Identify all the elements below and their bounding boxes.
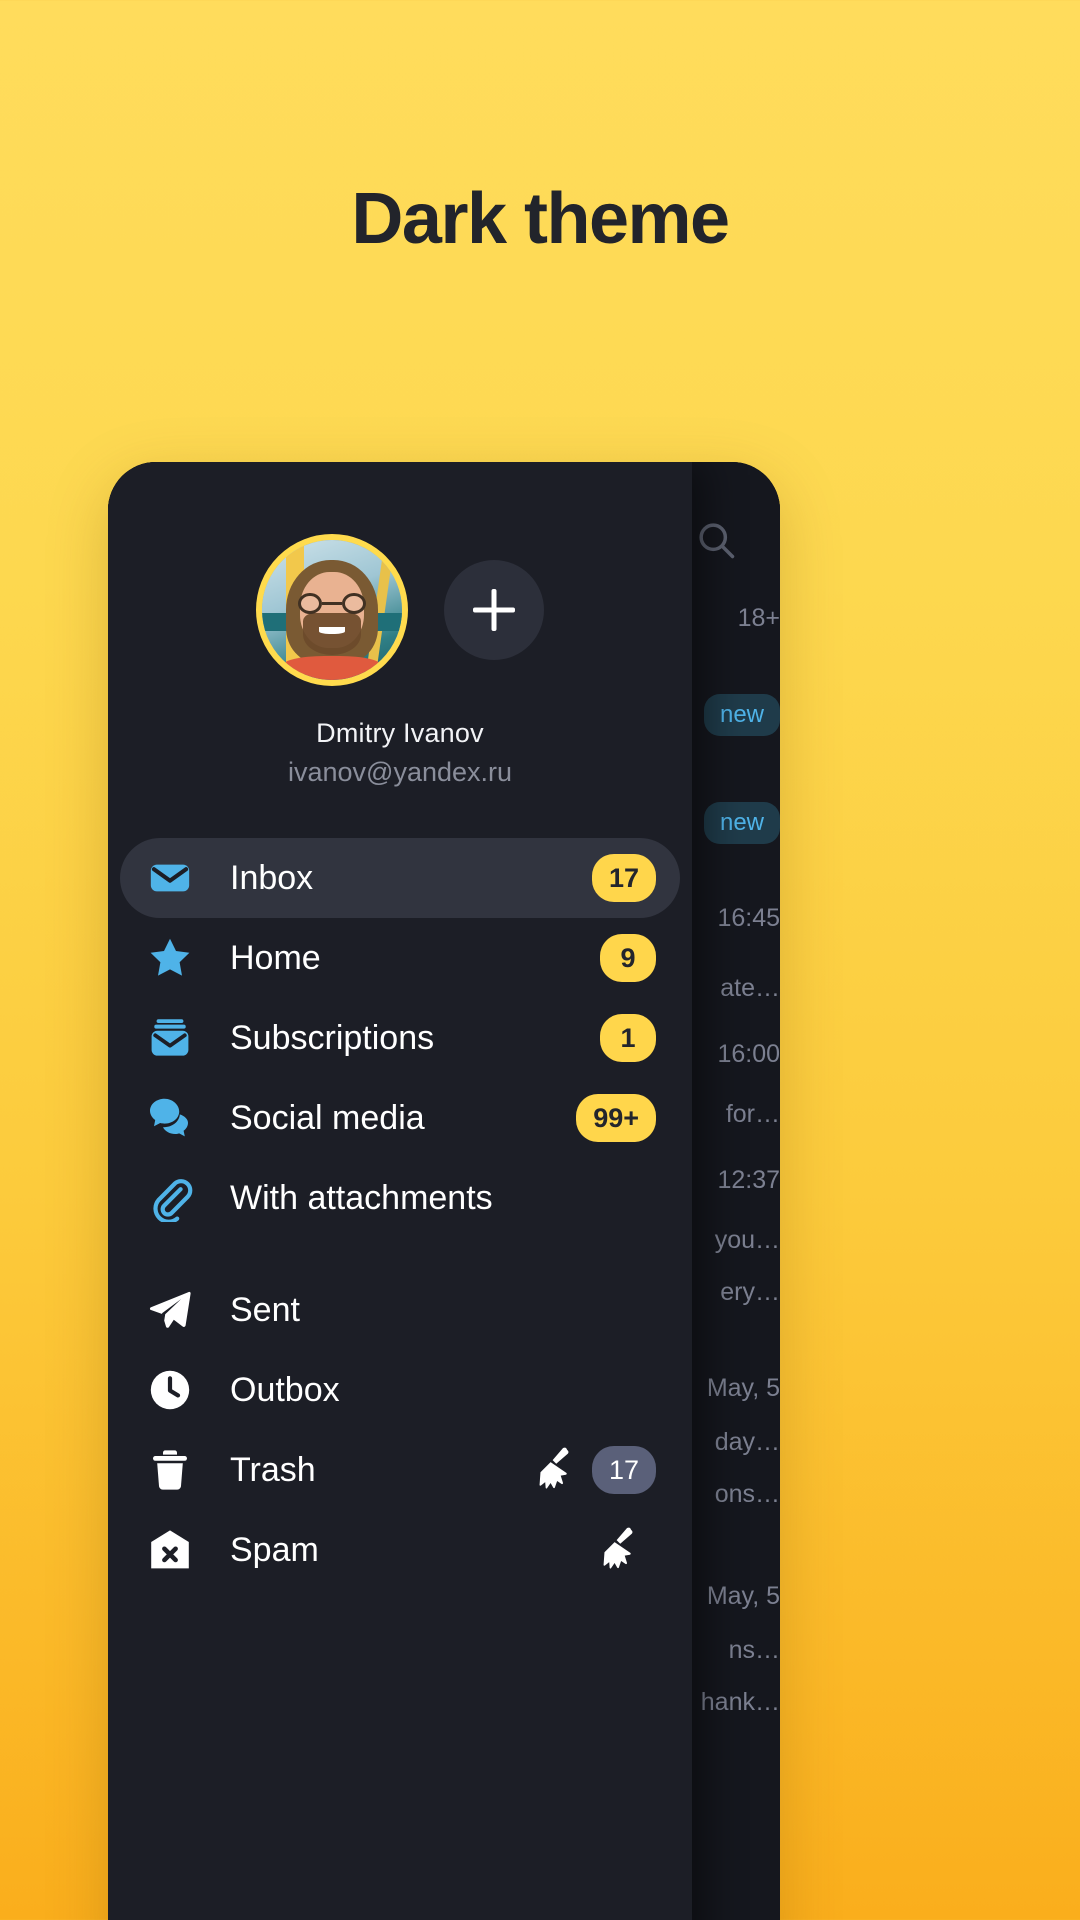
mail-new-pill: new xyxy=(703,694,780,736)
phone-frame: 18+ new new 16:45 ate… 16:00 for… 12:37 you… ery…… xyxy=(108,462,780,1920)
paperclip-icon xyxy=(146,1174,194,1222)
mail-snippet: ate… xyxy=(720,974,780,1002)
nav-group-separator xyxy=(108,1238,692,1270)
mail-timestamp: 12:37 xyxy=(717,1166,780,1194)
unread-badge: 1 xyxy=(600,1014,656,1062)
sidebar-item-label: Home xyxy=(230,938,321,977)
avatar[interactable] xyxy=(256,534,408,686)
sidebar-item-trash[interactable]: Trash 17 xyxy=(120,1430,680,1510)
search-icon[interactable] xyxy=(694,518,738,562)
account-header: Dmitry Ivanov ivanov@yandex.ru xyxy=(108,462,692,788)
mail-snippet: you… xyxy=(714,1226,780,1254)
mail-timestamp: May, 5 xyxy=(706,1374,780,1402)
sidebar-item-label: Sent xyxy=(230,1290,300,1329)
envelope-icon xyxy=(146,854,194,902)
broom-icon[interactable] xyxy=(520,1443,574,1497)
add-account-button[interactable] xyxy=(444,560,544,660)
unread-badge: 99+ xyxy=(576,1094,656,1142)
unread-badge: 9 xyxy=(600,934,656,982)
account-email: ivanov@yandex.ru xyxy=(287,757,513,787)
envelope-x-icon xyxy=(146,1526,194,1574)
page-title: Dark theme xyxy=(351,179,730,259)
broom-icon[interactable] xyxy=(584,1523,638,1577)
chat-bubbles-icon xyxy=(146,1094,194,1142)
sidebar-item-label: Inbox xyxy=(230,858,314,897)
mail-timestamp: 16:00 xyxy=(717,1040,780,1068)
mail-snippet: day… xyxy=(714,1428,780,1456)
inbox-tray-icon xyxy=(146,1014,194,1062)
sidebar-item-label: Trash xyxy=(230,1450,316,1489)
sidebar-item-inbox[interactable]: Inbox 17 xyxy=(120,838,680,918)
sidebar-item-sent[interactable]: Sent xyxy=(120,1270,680,1350)
trash-icon xyxy=(146,1446,194,1494)
sidebar-item-spam[interactable]: Spam xyxy=(120,1510,680,1590)
navigation-drawer: Dmitry Ivanov ivanov@yandex.ru Inbox 17 Ho… xyxy=(108,462,692,1920)
user-photo xyxy=(262,540,402,680)
sidebar-item-label: Subscriptions xyxy=(230,1018,435,1057)
sidebar-item-outbox[interactable]: Outbox xyxy=(120,1350,680,1430)
sidebar-item-label: Outbox xyxy=(230,1370,340,1409)
sidebar-item-home[interactable]: Home 9 xyxy=(120,918,680,998)
mail-snippet: ery… xyxy=(720,1278,780,1306)
sidebar-item-subscriptions[interactable]: Subscriptions 1 xyxy=(120,998,680,1078)
mail-timestamp: 16:45 xyxy=(717,904,780,932)
sidebar-item-label: Social media xyxy=(230,1098,425,1137)
mail-snippet: ns… xyxy=(728,1636,780,1664)
mail-timestamp: May, 5 xyxy=(706,1582,780,1610)
paper-plane-icon xyxy=(146,1286,194,1334)
clock-icon xyxy=(146,1366,194,1414)
sidebar-item-with-attachments[interactable]: With attachments xyxy=(120,1158,680,1238)
mail-new-pill: new xyxy=(703,802,780,844)
star-icon xyxy=(146,934,194,982)
mail-snippet: hank… xyxy=(700,1688,780,1716)
mail-snippet: for… xyxy=(725,1100,780,1128)
unread-badge: 17 xyxy=(591,854,656,902)
mail-snippet: ons… xyxy=(714,1480,780,1508)
folder-nav: Inbox 17 Home 9 Subscriptions 1 Social media 99… xyxy=(108,838,692,1590)
account-name: Dmitry Ivanov xyxy=(316,718,484,748)
mail-age-badge: 18+ xyxy=(737,604,780,632)
sidebar-item-label: With attachments xyxy=(230,1178,493,1217)
sidebar-item-social-media[interactable]: Social media 99+ xyxy=(120,1078,680,1158)
sidebar-item-label: Spam xyxy=(230,1530,319,1569)
unread-badge: 17 xyxy=(591,1446,656,1494)
